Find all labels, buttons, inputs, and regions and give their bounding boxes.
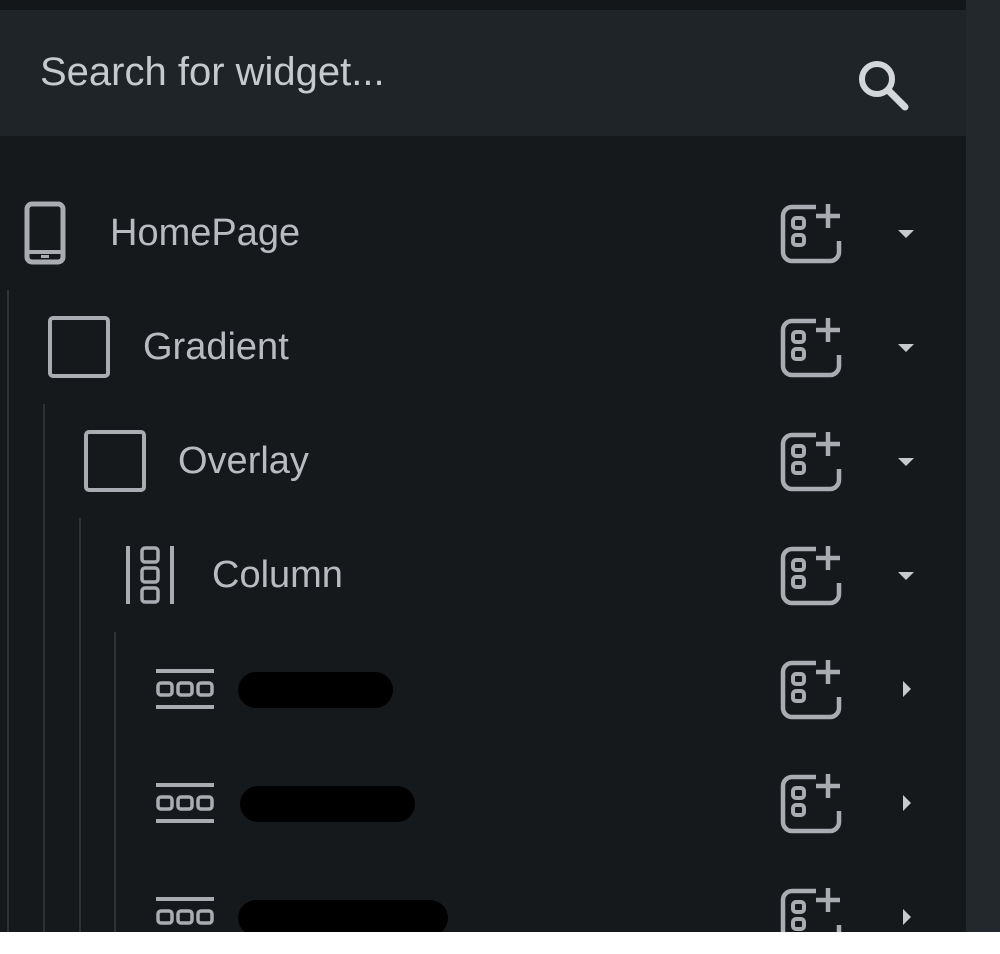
add-widget-icon[interactable] xyxy=(778,885,844,932)
tree-item-label: Gradient xyxy=(143,326,289,368)
tree-item-column[interactable]: Column xyxy=(0,518,966,632)
add-widget-icon[interactable] xyxy=(778,657,844,723)
caret-down-icon[interactable] xyxy=(886,213,926,253)
add-widget-icon[interactable] xyxy=(778,429,844,495)
search-bar xyxy=(0,10,966,136)
widget-tree: HomePage Gradient Overlay Column xyxy=(0,136,966,932)
column-icon xyxy=(126,546,174,604)
panel-top-strip xyxy=(0,0,966,10)
row-widget-icon xyxy=(156,783,214,823)
container-icon xyxy=(48,316,110,378)
redaction-mark xyxy=(240,786,415,822)
tree-item-overlay[interactable]: Overlay xyxy=(0,404,966,518)
phone-icon xyxy=(24,201,66,265)
redaction-mark xyxy=(238,672,393,708)
caret-down-icon[interactable] xyxy=(886,327,926,367)
add-widget-icon[interactable] xyxy=(778,315,844,381)
tree-item-label: Column xyxy=(212,554,343,596)
add-widget-icon[interactable] xyxy=(778,771,844,837)
tree-item-homepage[interactable]: HomePage xyxy=(0,176,966,290)
tree-item-label: Overlay xyxy=(178,440,309,482)
vertical-scrollbar[interactable] xyxy=(966,0,1000,932)
caret-down-icon[interactable] xyxy=(886,441,926,481)
row-widget-icon xyxy=(156,897,214,925)
tree-item-row-widget[interactable] xyxy=(0,632,966,746)
caret-right-icon[interactable] xyxy=(886,897,926,932)
container-icon xyxy=(84,430,146,492)
caret-right-icon[interactable] xyxy=(886,669,926,709)
tree-item-row-widget[interactable] xyxy=(0,860,966,932)
search-input[interactable] xyxy=(40,40,800,104)
tree-item-label: HomePage xyxy=(110,212,301,254)
tree-item-row-widget[interactable] xyxy=(0,746,966,860)
tree-item-gradient[interactable]: Gradient xyxy=(0,290,966,404)
caret-down-icon[interactable] xyxy=(886,555,926,595)
search-icon[interactable] xyxy=(850,52,914,116)
caret-right-icon[interactable] xyxy=(886,783,926,823)
row-widget-icon xyxy=(156,669,214,709)
redaction-mark xyxy=(238,900,448,932)
add-widget-icon[interactable] xyxy=(778,543,844,609)
widget-tree-panel: HomePage Gradient xyxy=(0,0,1000,932)
add-widget-icon[interactable] xyxy=(778,201,844,267)
